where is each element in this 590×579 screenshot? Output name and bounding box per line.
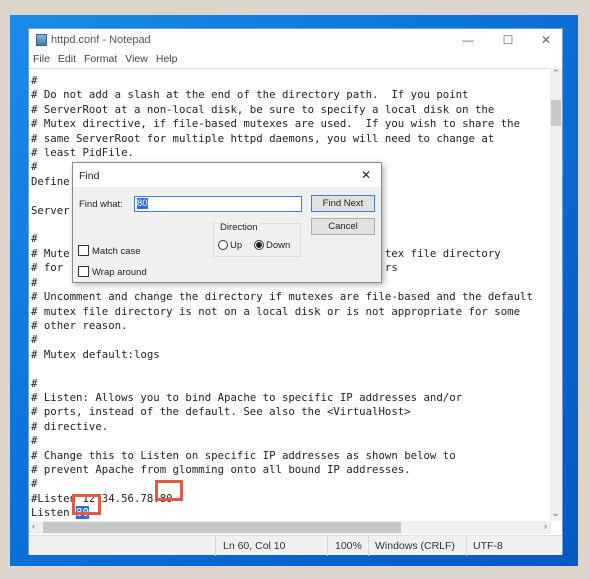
direction-down-label: Down	[266, 240, 291, 251]
text-line: #	[31, 74, 38, 87]
find-what-value: 80	[137, 198, 148, 209]
find-dialog-title: Find	[79, 170, 100, 182]
find-dialog-title-bar: Find ✕	[73, 163, 381, 187]
scroll-left-icon[interactable]: ‹	[32, 521, 35, 531]
text-line: # ports, instead of the default. See als…	[31, 405, 411, 419]
title-bar: httpd.conf - Notepad — ☐ ✕	[29, 29, 562, 51]
notepad-window: httpd.conf - Notepad — ☐ ✕ File Edit For…	[28, 28, 563, 556]
window-title: httpd.conf - Notepad	[51, 34, 151, 46]
text-line: #	[31, 434, 38, 448]
find-what-input[interactable]: 80	[134, 196, 302, 212]
scroll-right-icon[interactable]: ›	[544, 521, 547, 531]
text-line: # Mutex default:logs	[31, 347, 160, 361]
highlight-box-listen-port	[72, 494, 101, 515]
menu-view[interactable]: View	[125, 51, 148, 67]
text-line: # prevent Apache from glomming onto all …	[31, 462, 411, 476]
text-line: # Uncomment and change the directory if …	[31, 290, 533, 304]
text-line: #Listen 12.34.56.78:80	[31, 491, 173, 505]
menu-help[interactable]: Help	[156, 51, 178, 67]
cursor-position: Ln 60, Col 10	[223, 540, 286, 552]
menu-edit[interactable]: Edit	[58, 51, 76, 67]
menu-format[interactable]: Format	[84, 51, 117, 67]
encoding: UTF-8	[473, 540, 503, 552]
find-what-label: Find what:	[79, 199, 123, 210]
match-case-label: Match case	[92, 246, 141, 257]
text-line: # Change this to Listen on specific IP a…	[31, 448, 456, 462]
direction-label: Direction	[218, 222, 260, 233]
text-line: # least PidFile.	[31, 146, 134, 160]
text-line: # Listen: Allows you to bind Apache to s…	[31, 390, 463, 404]
direction-down-radio[interactable]	[254, 240, 264, 250]
text-line: # Do not add a slash at the end of the d…	[31, 88, 469, 102]
text-line: #	[31, 376, 38, 390]
text-content: # # Do not add a slash at the end of the …	[31, 74, 533, 521]
text-line: #	[31, 333, 38, 347]
zoom-level: 100%	[335, 540, 362, 552]
text-line: # ServerRoot at a non-local disk, be sur…	[31, 102, 495, 116]
wrap-around-checkbox[interactable]	[78, 266, 89, 277]
cancel-button[interactable]: Cancel	[311, 218, 375, 235]
text-line: # same ServerRoot for multiple httpd dae…	[31, 131, 495, 145]
find-dialog: Find ✕ Find what: 80 Find Next Cancel Di…	[72, 162, 382, 283]
text-editor[interactable]: # # Do not add a slash at the end of the …	[29, 68, 551, 521]
listen-prefix: Listen	[31, 506, 77, 520]
maximize-button[interactable]: ☐	[493, 31, 523, 49]
text-line: #	[31, 477, 38, 491]
text-line: # other reason.	[31, 318, 128, 332]
line-ending: Windows (CRLF)	[375, 540, 455, 552]
horizontal-scroll-thumb[interactable]	[43, 522, 401, 533]
text-line: # directive.	[31, 419, 109, 433]
wrap-around-label: Wrap around	[92, 267, 147, 278]
text-line: # mutex file directory is not on a local…	[31, 304, 521, 318]
status-bar: Ln 60, Col 10 100% Windows (CRLF) UTF-8	[29, 535, 562, 556]
minimize-button[interactable]: —	[453, 31, 483, 49]
text-line: Listen 80	[31, 506, 533, 520]
find-next-button[interactable]: Find Next	[311, 195, 375, 212]
find-dialog-close-icon[interactable]: ✕	[361, 168, 371, 182]
notepad-icon	[36, 34, 47, 46]
menu-file[interactable]: File	[33, 51, 50, 67]
match-case-checkbox[interactable]	[78, 245, 89, 256]
vertical-scrollbar[interactable]: ⌃ ⌄	[550, 68, 562, 521]
direction-up-radio[interactable]	[218, 240, 228, 250]
vertical-scroll-thumb[interactable]	[551, 100, 561, 126]
menu-bar: File Edit Format View Help	[29, 51, 177, 67]
scroll-down-icon[interactable]: ⌄	[552, 508, 560, 519]
text-line: # Mutex directive, if file-based mutexes…	[31, 117, 521, 131]
direction-up-label: Up	[230, 240, 243, 251]
text-line	[31, 362, 533, 376]
horizontal-scrollbar[interactable]: ‹ ›	[29, 521, 551, 534]
scroll-up-icon[interactable]: ⌃	[552, 68, 560, 79]
close-button[interactable]: ✕	[531, 31, 561, 49]
highlight-box-listen-ip-port	[155, 480, 183, 501]
